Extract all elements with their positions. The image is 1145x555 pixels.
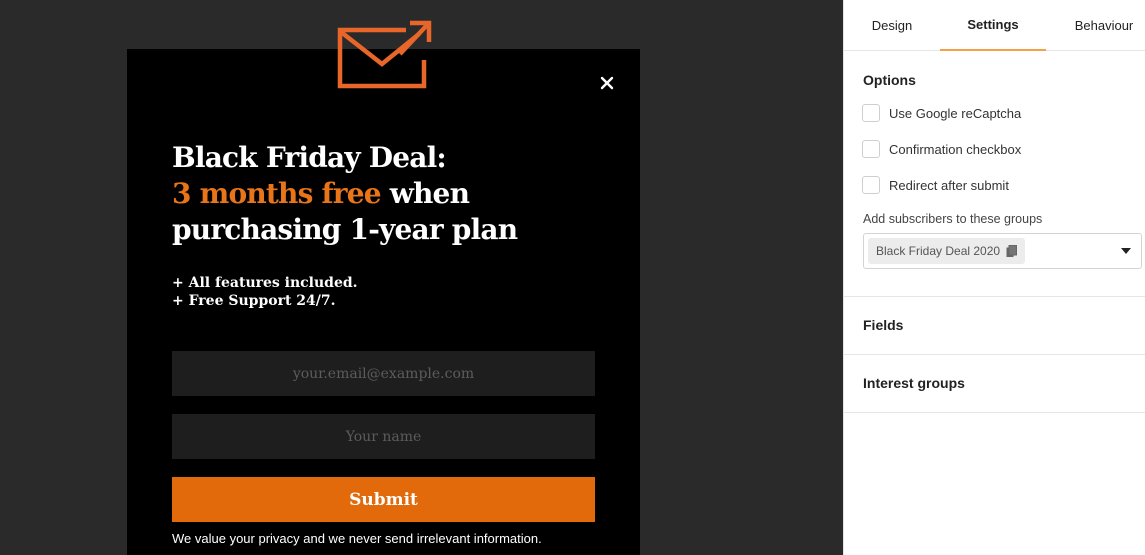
close-button[interactable]	[595, 71, 619, 95]
confirmation-checkbox[interactable]	[862, 140, 880, 158]
divider	[844, 296, 1145, 297]
settings-panel: Design Settings Behaviour Options Use Go…	[843, 0, 1145, 555]
divider	[844, 412, 1145, 413]
interest-groups-section-title[interactable]: Interest groups	[863, 375, 965, 391]
chevron-down-icon[interactable]	[1121, 248, 1131, 254]
recaptcha-label: Use Google reCaptcha	[889, 105, 1022, 121]
email-field[interactable]	[172, 351, 595, 396]
redirect-option[interactable]: Redirect after submit	[862, 175, 1009, 195]
popup-headline: Black Friday Deal: 3 months free when pu…	[172, 140, 612, 248]
redirect-checkbox[interactable]	[862, 176, 880, 194]
envelope-arrow-icon	[337, 20, 432, 89]
confirmation-option[interactable]: Confirmation checkbox	[862, 139, 1021, 159]
options-section-title: Options	[863, 72, 916, 88]
divider	[844, 354, 1145, 355]
name-field[interactable]	[172, 414, 595, 459]
groups-label: Add subscribers to these groups	[863, 212, 1043, 226]
headline-line-2-rest: when	[389, 177, 470, 210]
tab-settings[interactable]: Settings	[940, 0, 1046, 51]
panel-tabs: Design Settings Behaviour	[844, 0, 1145, 51]
recaptcha-option[interactable]: Use Google reCaptcha	[862, 103, 1021, 123]
confirmation-label: Confirmation checkbox	[889, 141, 1022, 157]
headline-line-2: 3 months free when	[172, 176, 612, 212]
close-icon	[600, 76, 614, 90]
feature-item: + Free Support 24/7.	[172, 293, 336, 309]
copy-icon[interactable]	[1006, 244, 1018, 258]
headline-accent: 3 months free	[172, 177, 382, 210]
groups-select[interactable]: Black Friday Deal 2020	[863, 233, 1142, 269]
tab-design[interactable]: Design	[844, 0, 940, 51]
form-preview-canvas: Black Friday Deal: 3 months free when pu…	[0, 0, 843, 555]
group-chip-label: Black Friday Deal 2020	[876, 244, 1001, 258]
submit-button[interactable]: Submit	[172, 477, 595, 522]
feature-item: + All features included.	[172, 275, 358, 291]
headline-line-1: Black Friday Deal:	[172, 141, 447, 174]
headline-line-3: purchasing 1-year plan	[172, 213, 518, 246]
recaptcha-checkbox[interactable]	[862, 104, 880, 122]
group-chip[interactable]: Black Friday Deal 2020	[868, 238, 1026, 264]
features-list: + All features included. + Free Support …	[172, 274, 358, 310]
fields-section-title[interactable]: Fields	[863, 317, 903, 333]
privacy-notice: We value your privacy and we never send …	[172, 531, 542, 546]
redirect-label: Redirect after submit	[889, 177, 1009, 193]
tab-behaviour[interactable]: Behaviour	[1046, 0, 1145, 51]
